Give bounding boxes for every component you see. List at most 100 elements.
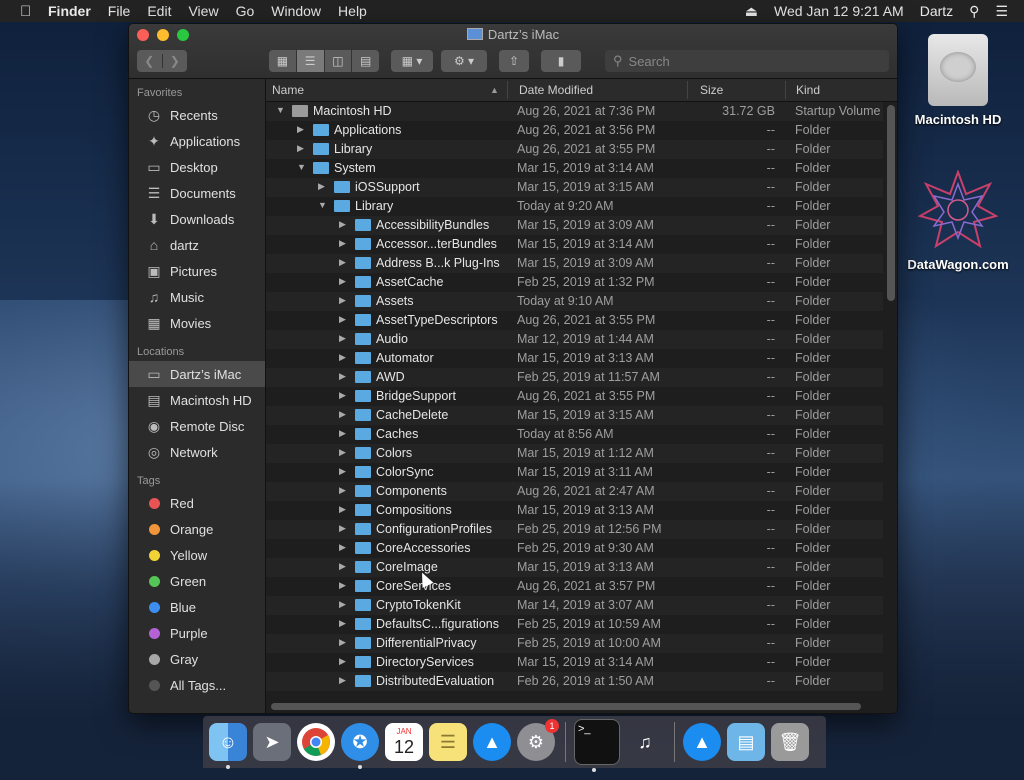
table-row[interactable]: ▶ iOSSupport Mar 15, 2019 at 3:15 AM -- Fold… <box>266 178 883 197</box>
table-row[interactable]: ▶ Library Aug 26, 2021 at 3:55 PM -- Folder <box>266 140 883 159</box>
menu-help[interactable]: Help <box>338 3 367 19</box>
dock-system-preferences[interactable]: ⚙ 1 <box>517 719 559 761</box>
table-row[interactable]: ▶ CoreServices Aug 26, 2021 at 3:57 PM -- Fo… <box>266 577 883 596</box>
disclosure-closed-icon[interactable]: ▶ <box>339 618 346 629</box>
dock-brew-app[interactable]: ♫ <box>626 723 664 761</box>
disclosure-closed-icon[interactable]: ▶ <box>339 542 346 553</box>
disclosure-open-icon[interactable]: ▼ <box>276 105 285 115</box>
dock-downloads-stack[interactable]: ▤ <box>727 723 765 761</box>
desktop-datawagon[interactable]: DataWagon.com <box>900 169 1016 272</box>
eject-icon[interactable]: ⏏ <box>745 3 758 20</box>
sidebar-item-applications[interactable]: ✦ Applications <box>129 128 265 154</box>
dock-terminal[interactable]: >_ <box>574 719 620 772</box>
disclosure-closed-icon[interactable]: ▶ <box>339 257 346 268</box>
column-date-modified[interactable]: Date Modified <box>519 83 593 97</box>
disclosure-closed-icon[interactable]: ▶ <box>339 333 346 344</box>
table-row[interactable]: ▶ CacheDelete Mar 15, 2019 at 3:15 AM -- Fol… <box>266 406 883 425</box>
disclosure-closed-icon[interactable]: ▶ <box>339 352 346 363</box>
disclosure-closed-icon[interactable]: ▶ <box>339 409 346 420</box>
disclosure-closed-icon[interactable]: ▶ <box>339 656 346 667</box>
disclosure-closed-icon[interactable]: ▶ <box>339 219 346 230</box>
disclosure-open-icon[interactable]: ▼ <box>297 162 306 172</box>
dock-chrome[interactable] <box>297 723 335 761</box>
sidebar-item-movies[interactable]: ▦ Movies <box>129 310 265 336</box>
horizontal-scrollbar[interactable] <box>271 703 861 710</box>
back-button[interactable]: ❮ <box>137 54 162 68</box>
disclosure-closed-icon[interactable]: ▶ <box>339 637 346 648</box>
table-row[interactable]: ▶ ConfigurationProfiles Feb 25, 2019 at 12… <box>266 520 883 539</box>
menu-go[interactable]: Go <box>236 3 255 19</box>
disclosure-closed-icon[interactable]: ▶ <box>339 314 346 325</box>
disclosure-closed-icon[interactable]: ▶ <box>339 276 346 287</box>
disclosure-closed-icon[interactable]: ▶ <box>339 599 346 610</box>
action-gear-button[interactable]: ⚙ ▾ <box>441 50 487 72</box>
table-row[interactable]: ▶ CoreAccessories Feb 25, 2019 at 9:30 AM -… <box>266 539 883 558</box>
sidebar-item-remote-disc[interactable]: ◉ Remote Disc <box>129 413 265 439</box>
column-view-button[interactable]: ◫ <box>323 50 352 72</box>
dock-applications-stack[interactable]: ▲ <box>683 723 721 761</box>
sidebar-item-blue[interactable]: Blue <box>129 594 265 620</box>
menu-view[interactable]: View <box>188 3 218 19</box>
table-row[interactable]: ▶ Applications Aug 26, 2021 at 3:56 PM -- Fo… <box>266 121 883 140</box>
table-row[interactable]: ▶ Components Aug 26, 2021 at 2:47 AM -- Fold… <box>266 482 883 501</box>
disclosure-closed-icon[interactable]: ▶ <box>339 466 346 477</box>
spotlight-search-icon[interactable]: ⚲ <box>969 3 979 20</box>
sidebar-item-dartz[interactable]: ⌂ dartz <box>129 232 265 258</box>
sidebar-item-gray[interactable]: Gray <box>129 646 265 672</box>
sidebar-item-network[interactable]: ◎ Network <box>129 439 265 465</box>
sidebar-item-purple[interactable]: Purple <box>129 620 265 646</box>
table-row[interactable]: ▶ Address B...k Plug-Ins Mar 15, 2019 at 3… <box>266 254 883 273</box>
menu-edit[interactable]: Edit <box>147 3 171 19</box>
table-row[interactable]: ▶ DifferentialPrivacy Feb 25, 2019 at 10:0… <box>266 634 883 653</box>
table-row[interactable]: ▶ CoreImage Mar 15, 2019 at 3:13 AM -- Folde… <box>266 558 883 577</box>
dock-launchpad[interactable]: ➤ <box>253 723 291 761</box>
table-row[interactable]: ▶ AWD Feb 25, 2019 at 11:57 AM -- Folder <box>266 368 883 387</box>
group-by-button[interactable]: ▦ ▾ <box>391 50 433 72</box>
sidebar-item-documents[interactable]: ☰ Documents <box>129 180 265 206</box>
table-row[interactable]: ▶ AssetTypeDescriptors Aug 26, 2021 at 3:5… <box>266 311 883 330</box>
table-row[interactable]: ▼ System Mar 15, 2019 at 3:14 AM -- Folder <box>266 159 883 178</box>
disclosure-closed-icon[interactable]: ▶ <box>339 428 346 439</box>
dock-trash[interactable]: 🗑 <box>771 723 809 761</box>
column-name[interactable]: Name <box>272 83 304 97</box>
sidebar-item-macintosh-hd[interactable]: ▤ Macintosh HD <box>129 387 265 413</box>
menu-user[interactable]: Dartz <box>920 3 953 19</box>
disclosure-closed-icon[interactable]: ▶ <box>318 181 325 192</box>
sidebar-item-desktop[interactable]: ▭ Desktop <box>129 154 265 180</box>
disclosure-closed-icon[interactable]: ▶ <box>339 295 346 306</box>
table-row[interactable]: ▼ Macintosh HD Aug 26, 2021 at 7:36 PM 31.7… <box>266 102 883 121</box>
disclosure-closed-icon[interactable]: ▶ <box>339 504 346 515</box>
table-row[interactable]: ▶ Audio Mar 12, 2019 at 1:44 AM -- Folder <box>266 330 883 349</box>
share-button[interactable]: ⇧ <box>499 50 529 72</box>
disclosure-closed-icon[interactable]: ▶ <box>339 371 346 382</box>
table-row[interactable]: ▶ Compositions Mar 15, 2019 at 3:13 AM -- Fo… <box>266 501 883 520</box>
search-input[interactable]: ⚲ Search <box>605 50 889 72</box>
sidebar-item-all-tags[interactable]: All Tags... <box>129 672 265 698</box>
menu-clock[interactable]: Wed Jan 12 9:21 AM <box>774 3 904 19</box>
table-row[interactable]: ▶ DefaultsC...figurations Feb 25, 2019 at … <box>266 615 883 634</box>
table-row[interactable]: ▶ AssetCache Feb 25, 2019 at 1:32 PM -- Fold… <box>266 273 883 292</box>
sidebar-item-dartz-s-imac[interactable]: ▭ Dartz’s iMac <box>129 361 265 387</box>
disclosure-closed-icon[interactable]: ▶ <box>339 485 346 496</box>
list-view-button[interactable]: ☰ <box>295 50 324 72</box>
table-row[interactable]: ▶ BridgeSupport Aug 26, 2021 at 3:55 PM -- F… <box>266 387 883 406</box>
menu-app-finder[interactable]: Finder <box>48 3 91 19</box>
table-row[interactable]: ▼ Library Today at 9:20 AM -- Folder <box>266 197 883 216</box>
table-row[interactable]: ▶ Caches Today at 8:56 AM -- Folder <box>266 425 883 444</box>
gallery-view-button[interactable]: ▤ <box>351 50 379 72</box>
dock-safari[interactable]: ✪ <box>341 723 379 769</box>
table-row[interactable]: ▶ DistributedEvaluation Feb 26, 2019 at 1:… <box>266 672 883 691</box>
sidebar-item-pictures[interactable]: ▣ Pictures <box>129 258 265 284</box>
sidebar-item-green[interactable]: Green <box>129 568 265 594</box>
disclosure-closed-icon[interactable]: ▶ <box>339 238 346 249</box>
sidebar-item-music[interactable]: ♫ Music <box>129 284 265 310</box>
disclosure-closed-icon[interactable]: ▶ <box>339 580 346 591</box>
table-row[interactable]: ▶ CryptoTokenKit Mar 14, 2019 at 3:07 AM --… <box>266 596 883 615</box>
disclosure-closed-icon[interactable]: ▶ <box>339 390 346 401</box>
sidebar-item-red[interactable]: Red <box>129 490 265 516</box>
table-row[interactable]: ▶ Accessor...terBundles Mar 15, 2019 at 3:… <box>266 235 883 254</box>
sidebar-item-recents[interactable]: ◷ Recents <box>129 102 265 128</box>
sidebar-item-downloads[interactable]: ⬇ Downloads <box>129 206 265 232</box>
dock-calendar[interactable]: JAN 12 <box>385 723 423 761</box>
disclosure-closed-icon[interactable]: ▶ <box>297 124 304 135</box>
